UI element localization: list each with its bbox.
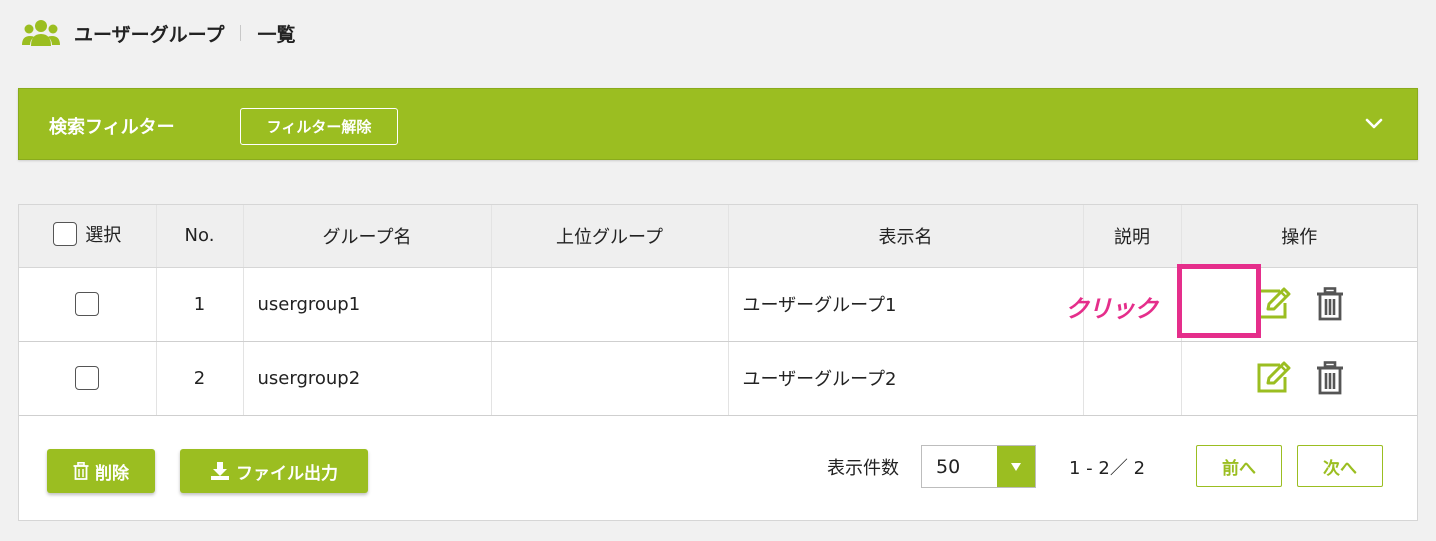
export-file-button[interactable]: ファイル出力: [180, 449, 368, 493]
clear-filter-button[interactable]: フィルター解除: [240, 108, 398, 145]
per-page-label: 表示件数: [827, 458, 899, 479]
row-group-name: usergroup1: [243, 267, 492, 342]
download-icon: [211, 462, 229, 480]
trash-icon: [73, 462, 89, 480]
column-header-group-name: グループ名: [243, 205, 492, 268]
click-annotation-label: クリック: [1065, 295, 1158, 323]
row-no: 2: [156, 341, 244, 416]
table-row: 2 usergroup2 ユーザーグループ2: [19, 341, 1417, 416]
page-title: ユーザーグループ: [74, 23, 225, 46]
row-parent-group: [491, 341, 729, 416]
chevron-down-icon[interactable]: [1363, 115, 1385, 131]
pagination-range: 1 - 2／ 2: [1069, 458, 1146, 479]
filter-title: 検索フィルター: [49, 117, 175, 138]
column-label-select: 選択: [85, 224, 122, 246]
delete-button[interactable]: 削除: [47, 449, 155, 493]
page-subtitle: 一覧: [257, 23, 296, 46]
column-header-parent-group: 上位グループ: [491, 205, 729, 268]
delete-button-label: 削除: [95, 463, 129, 484]
edit-icon[interactable]: [1254, 361, 1292, 395]
row-description: [1083, 341, 1182, 416]
row-checkbox[interactable]: [75, 292, 100, 316]
table-header-row: 選択 No. グループ名 上位グループ 表示名 説明 操作: [19, 205, 1417, 268]
row-select-cell: [19, 267, 157, 342]
search-filter-bar[interactable]: 検索フィルター フィルター解除: [18, 88, 1418, 160]
row-display-name: ユーザーグループ2: [728, 341, 1084, 416]
column-header-display-name: 表示名: [728, 205, 1084, 268]
select-all-checkbox[interactable]: [53, 221, 78, 246]
row-group-name: usergroup2: [243, 341, 492, 416]
per-page-select[interactable]: 50: [921, 445, 1036, 488]
row-parent-group: [491, 267, 729, 342]
prev-page-button[interactable]: 前へ: [1196, 445, 1282, 487]
row-checkbox[interactable]: [75, 366, 100, 390]
row-display-name: ユーザーグループ1: [728, 267, 1084, 342]
dropdown-arrow-icon[interactable]: [997, 446, 1035, 487]
per-page-value: 50: [936, 455, 961, 478]
column-header-description: 説明: [1083, 205, 1182, 268]
export-button-label: ファイル出力: [236, 463, 338, 484]
page-header: ユーザーグループ 一覧: [22, 16, 296, 50]
row-no: 1: [156, 267, 244, 342]
column-header-no: No.: [156, 205, 244, 268]
row-select-cell: [19, 341, 157, 416]
trash-icon[interactable]: [1316, 287, 1344, 321]
edit-highlight-box: [1177, 264, 1261, 338]
column-header-select: 選択: [19, 205, 157, 268]
users-icon: [22, 20, 60, 46]
header-divider: [240, 25, 242, 41]
column-header-actions: 操作: [1181, 205, 1417, 268]
row-actions: [1181, 341, 1417, 416]
next-page-button[interactable]: 次へ: [1297, 445, 1383, 487]
trash-icon[interactable]: [1316, 361, 1344, 395]
results-panel: 選択 No. グループ名 上位グループ 表示名 説明 操作 1 usergrou…: [18, 204, 1418, 521]
